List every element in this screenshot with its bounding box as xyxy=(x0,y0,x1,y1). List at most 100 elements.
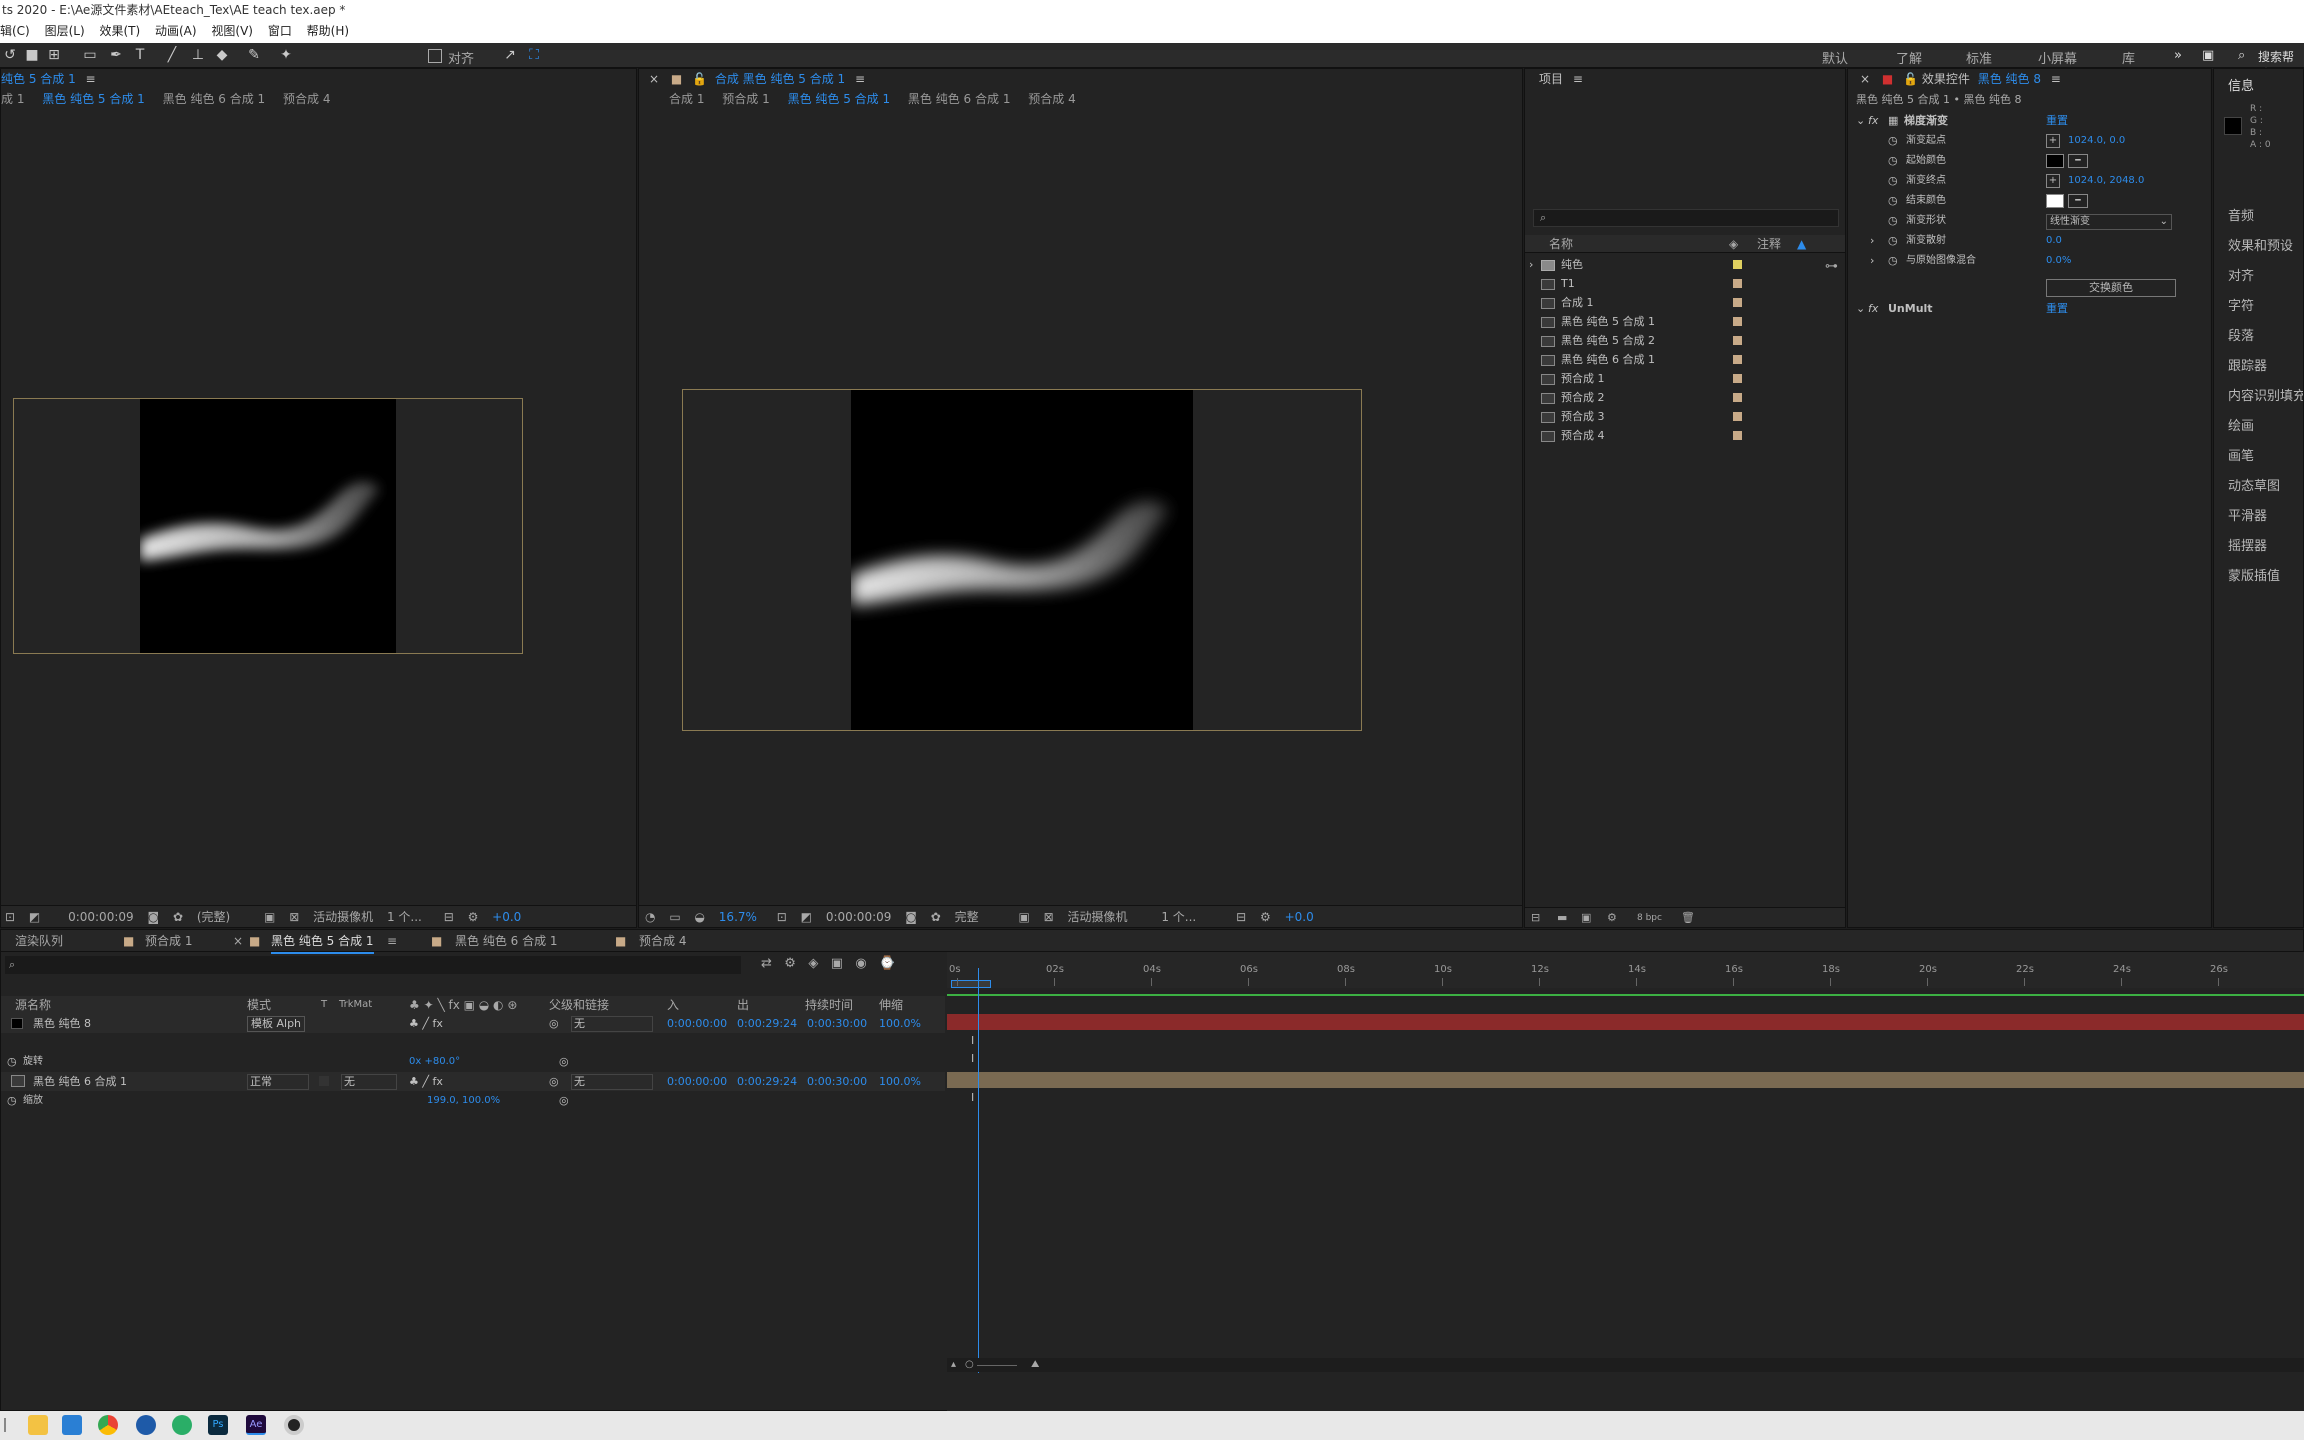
work-area-bar[interactable] xyxy=(947,994,2304,996)
close-tab-icon[interactable]: × xyxy=(1860,72,1870,86)
effect-param-row[interactable]: ◷ 渐变起点 +1024.0, 0.0 xyxy=(1848,131,2211,151)
time-ruler[interactable]: 0s 02s 04s 06s 08s 10s 12s 14s 16s 18s 20s 22s 24s 26… xyxy=(947,952,2304,988)
search-help-icon[interactable]: ⌕ xyxy=(2238,48,2245,63)
layer-row[interactable]: 黑色 纯色 8 模板 Alph ♣ ╱ fx ◎ 无 0:00:00:00 0:… xyxy=(1,1014,945,1033)
stopwatch-icon[interactable]: ◷ xyxy=(1888,131,1898,151)
project-comp-item[interactable]: 预合成 2 xyxy=(1529,388,1835,407)
center-viewer-tab[interactable]: 合成 黑色 纯色 5 合成 1 xyxy=(715,72,845,86)
layer-bar-red[interactable] xyxy=(947,1014,2304,1030)
label-color-swatch[interactable] xyxy=(1733,355,1742,364)
layer-out[interactable]: 0:00:29:24 xyxy=(737,1072,797,1091)
label-color-swatch[interactable] xyxy=(1733,298,1742,307)
panel-link[interactable]: 画笔 xyxy=(2228,445,2254,464)
project-comp-item[interactable]: 黑色 纯色 5 合成 2 xyxy=(1529,331,1835,350)
effect-settings-icon[interactable]: ▦ xyxy=(1888,111,1898,131)
keyframe-icon[interactable]: I xyxy=(971,1091,974,1104)
effect-row-gradient-ramp[interactable]: ⌄ fx ▦ 梯度渐变 重置 xyxy=(1848,111,2211,131)
reset-link[interactable]: 重置 xyxy=(2046,111,2068,131)
panel-link[interactable]: 摇摆器 xyxy=(2228,535,2267,554)
parent-dropdown[interactable]: 无 xyxy=(571,1074,653,1090)
preserve-transparency-checkbox[interactable] xyxy=(319,1076,329,1086)
fx-icon[interactable]: fx xyxy=(1868,299,1878,319)
project-comp-item[interactable]: 预合成 1 xyxy=(1529,369,1835,388)
panel-link[interactable]: 音频 xyxy=(2228,205,2254,224)
expand-chevron-icon[interactable]: ⌄ xyxy=(1856,299,1865,319)
mode-dropdown[interactable]: 正常 xyxy=(247,1074,309,1090)
menu-effect[interactable]: 效果(T) xyxy=(99,20,140,43)
photoshop-icon[interactable]: Ps xyxy=(208,1415,228,1435)
param-value[interactable]: 1024.0, 0.0 xyxy=(2068,131,2125,151)
toggle-icon[interactable]: ⊟ xyxy=(444,906,454,927)
menu-window[interactable]: 窗口 xyxy=(268,20,292,43)
effect-param-row[interactable]: ◷ 起始颜色 ━ xyxy=(1848,151,2211,171)
stopwatch-icon[interactable]: ◷ xyxy=(7,1091,17,1110)
new-comp-icon[interactable]: ▣ xyxy=(1581,908,1591,928)
panel-menu-icon[interactable]: ≡ xyxy=(86,72,96,86)
rotate-tool-icon[interactable]: ↺ xyxy=(2,47,18,63)
zoom-slider-track[interactable] xyxy=(977,1365,1017,1366)
tab-active-comp[interactable]: 黑色 纯色 5 合成 1 xyxy=(271,930,374,954)
roi-icon[interactable]: ▣ xyxy=(264,906,275,927)
transparency-grid-icon[interactable]: ⊠ xyxy=(289,906,299,927)
new-folder-icon[interactable]: ▬ xyxy=(1557,908,1567,928)
zoom-dropdown[interactable]: 16.7% xyxy=(719,906,757,927)
fx-icon[interactable]: fx xyxy=(1868,111,1878,131)
workspace-libraries[interactable]: 库 xyxy=(2122,48,2135,67)
camera-tool-icon[interactable]: ■ xyxy=(24,47,40,63)
reset-link[interactable]: 重置 xyxy=(2046,299,2068,319)
project-comp-item[interactable]: 合成 1 xyxy=(1529,293,1835,312)
column-stretch[interactable]: 伸缩 xyxy=(879,996,903,1014)
trkmat-dropdown[interactable]: 无 xyxy=(341,1074,397,1090)
breadcrumb-item[interactable]: 成 1 xyxy=(1,89,24,109)
tab-render-queue[interactable]: 渲染队列 xyxy=(15,930,63,952)
swap-colors-button[interactable]: 交换颜色 xyxy=(2046,279,2176,297)
column-source-name[interactable]: 源名称 xyxy=(15,996,51,1014)
timeline-switches-icons[interactable]: ⇄ ⚙ ◈ ▣ ◉ ⌚ xyxy=(761,956,895,971)
layer-switches[interactable]: ♣ ╱ fx xyxy=(409,1072,443,1091)
trash-icon[interactable]: 🗑 xyxy=(1681,908,1695,928)
wechat-icon[interactable] xyxy=(172,1415,192,1435)
label-color-swatch[interactable] xyxy=(1733,336,1742,345)
align-checkbox[interactable] xyxy=(428,49,442,63)
resolution-dropdown[interactable]: (完整) xyxy=(197,906,230,927)
layer-in[interactable]: 0:00:00:00 xyxy=(667,1014,727,1033)
parent-dropdown[interactable]: 无 xyxy=(571,1016,653,1032)
workspace-default[interactable]: 默认 xyxy=(1822,48,1848,67)
recorder-icon[interactable] xyxy=(284,1415,304,1435)
project-comp-item[interactable]: 黑色 纯色 5 合成 1 xyxy=(1529,312,1835,331)
snapping-options-icon[interactable]: ⛶ xyxy=(526,47,542,63)
column-in[interactable]: 入 xyxy=(667,996,679,1014)
tab-comp-6[interactable]: 黑色 纯色 6 合成 1 xyxy=(455,930,558,952)
eraser-tool-icon[interactable]: ◆ xyxy=(214,47,230,63)
channel-icon[interactable]: ✿ xyxy=(931,906,941,927)
pan-behind-tool-icon[interactable]: ⊞ xyxy=(46,47,62,63)
label-color-swatch[interactable] xyxy=(1733,431,1742,440)
label-color-swatch[interactable] xyxy=(1733,279,1742,288)
snap-icon[interactable]: ↗ xyxy=(502,47,518,63)
workspace-switch-icon[interactable]: ▣ xyxy=(2202,48,2214,63)
expand-chevron-icon[interactable]: ⌄ xyxy=(1856,111,1865,131)
pen-tool-icon[interactable]: ✒ xyxy=(108,47,124,63)
close-tab-icon[interactable]: × xyxy=(649,72,659,86)
pickwhip-icon[interactable]: ◎ xyxy=(549,1014,559,1033)
column-name[interactable]: 名称 xyxy=(1549,235,1573,253)
breadcrumb-item-active[interactable]: 黑色 纯色 5 合成 1 xyxy=(42,89,145,109)
stopwatch-icon[interactable]: ◷ xyxy=(1888,171,1898,191)
property-value[interactable]: 199.0, 100.0% xyxy=(427,1091,500,1110)
workspace-small-screen[interactable]: 小屏幕 xyxy=(2038,48,2077,67)
label-color-swatch[interactable] xyxy=(1733,374,1742,383)
start-icon[interactable] xyxy=(2,1415,22,1435)
eyedropper-icon[interactable]: ━ xyxy=(2068,194,2088,208)
exposure-icon[interactable]: ⚙ xyxy=(1260,906,1271,927)
panel-menu-icon[interactable]: ≡ xyxy=(855,72,865,86)
label-color-swatch[interactable] xyxy=(1733,393,1742,402)
crosshair-icon[interactable]: + xyxy=(2046,134,2060,148)
adjust-icon[interactable]: ⚙ xyxy=(1607,908,1617,928)
current-time[interactable]: 0:00:00:09 xyxy=(68,906,134,927)
layer-row[interactable]: 黑色 纯色 6 合成 1 正常 无 ♣ ╱ fx ◎ 无 0:00:00:00 … xyxy=(1,1072,945,1091)
layer-stretch[interactable]: 100.0% xyxy=(879,1072,921,1091)
exposure-value[interactable]: +0.0 xyxy=(1285,906,1314,927)
brush-tool-icon[interactable]: ╱ xyxy=(164,47,180,63)
pickwhip-icon[interactable]: ◎ xyxy=(559,1052,569,1071)
camera-dropdown[interactable]: 活动摄像机 xyxy=(313,906,373,927)
